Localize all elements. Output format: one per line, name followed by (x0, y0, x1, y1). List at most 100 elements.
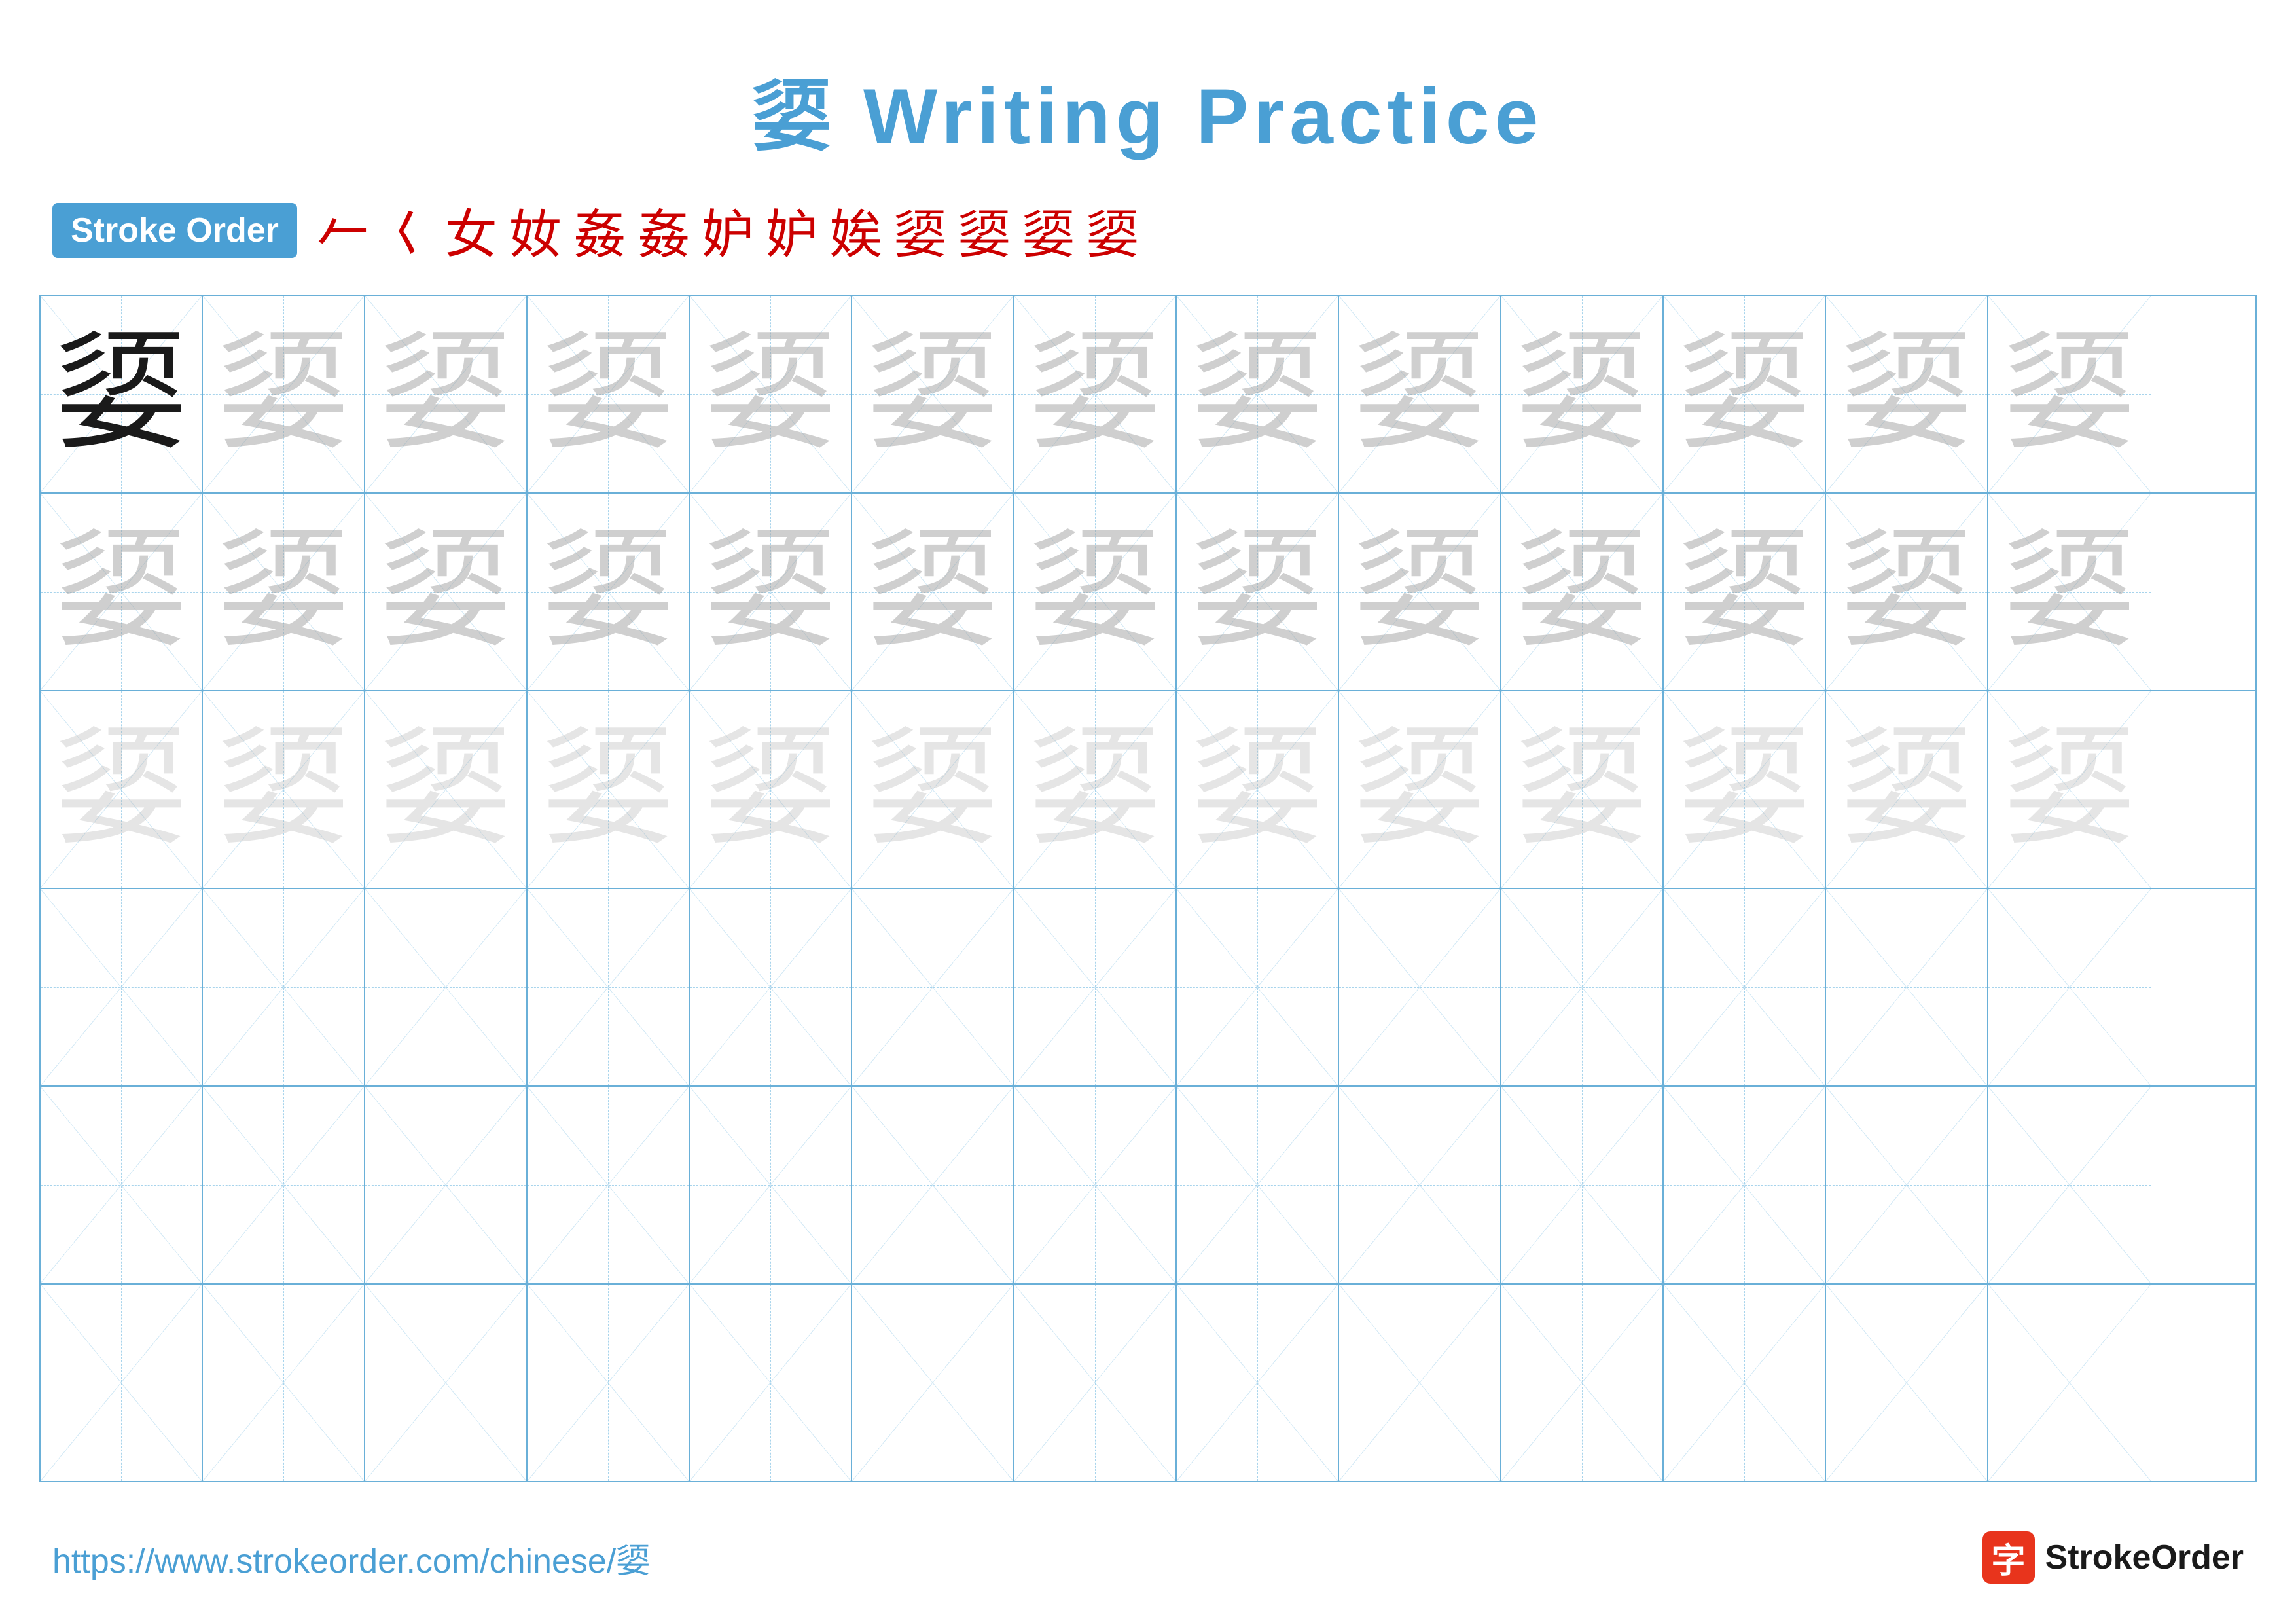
grid-cell-r2-c3[interactable]: 媭 (365, 494, 528, 690)
character-guide-faint: 媭 (543, 724, 673, 855)
grid-cell-r2-c7[interactable]: 媭 (1014, 494, 1177, 690)
grid-cell-r6-c8[interactable] (1177, 1285, 1339, 1481)
footer: https://www.strokeorder.com/chinese/媭 字 … (52, 1531, 2244, 1584)
grid-cell-r5-c13[interactable] (1988, 1087, 2151, 1283)
grid-cell-r3-c5[interactable]: 媭 (690, 691, 852, 888)
grid-cell-r1-c7[interactable]: 媭 (1014, 296, 1177, 492)
grid-cell-r2-c9[interactable]: 媭 (1339, 494, 1501, 690)
grid-cell-r5-c9[interactable] (1339, 1087, 1501, 1283)
character-guide: 媭 (867, 526, 998, 657)
grid-cell-r2-c6[interactable]: 媭 (852, 494, 1014, 690)
grid-cell-r5-c12[interactable] (1826, 1087, 1988, 1283)
grid-cell-r1-c9[interactable]: 媭 (1339, 296, 1501, 492)
stroke-11: 媭 (958, 192, 1011, 268)
grid-cell-r6-c11[interactable] (1664, 1285, 1826, 1481)
grid-cell-r4-c6[interactable] (852, 889, 1014, 1085)
grid-cell-r2-c2[interactable]: 媭 (203, 494, 365, 690)
grid-cell-r1-c3[interactable]: 媭 (365, 296, 528, 492)
grid-cell-r5-c3[interactable] (365, 1087, 528, 1283)
grid-cell-r1-c10[interactable]: 媭 (1501, 296, 1664, 492)
grid-cell-r4-c13[interactable] (1988, 889, 2151, 1085)
grid-cell-r6-c7[interactable] (1014, 1285, 1177, 1481)
grid-cell-r6-c5[interactable] (690, 1285, 852, 1481)
grid-cell-r4-c7[interactable] (1014, 889, 1177, 1085)
grid-cell-r2-c11[interactable]: 媭 (1664, 494, 1826, 690)
stroke-10: 媭 (894, 192, 946, 268)
grid-cell-r2-c13[interactable]: 媭 (1988, 494, 2151, 690)
grid-cell-r1-c6[interactable]: 媭 (852, 296, 1014, 492)
grid-cell-r4-c10[interactable] (1501, 889, 1664, 1085)
grid-cell-r4-c1[interactable] (41, 889, 203, 1085)
grid-row-1: 媭 媭 媭 媭 媭 媭 媭 媭 媭 媭 媭 媭 媭 (41, 296, 2255, 494)
grid-cell-r3-c11[interactable]: 媭 (1664, 691, 1826, 888)
grid-cell-r2-c10[interactable]: 媭 (1501, 494, 1664, 690)
grid-cell-r2-c12[interactable]: 媭 (1826, 494, 1988, 690)
grid-cell-r5-c4[interactable] (528, 1087, 690, 1283)
grid-cell-r4-c9[interactable] (1339, 889, 1501, 1085)
grid-cell-r3-c3[interactable]: 媭 (365, 691, 528, 888)
grid-cell-r3-c8[interactable]: 媭 (1177, 691, 1339, 888)
grid-cell-r6-c12[interactable] (1826, 1285, 1988, 1481)
stroke-6: 姦 (637, 192, 690, 268)
grid-cell-r6-c13[interactable] (1988, 1285, 2151, 1481)
grid-cell-r1-c8[interactable]: 媭 (1177, 296, 1339, 492)
character-guide-faint: 媭 (1679, 724, 1810, 855)
footer-url[interactable]: https://www.strokeorder.com/chinese/媭 (52, 1533, 650, 1582)
grid-cell-r4-c3[interactable] (365, 889, 528, 1085)
grid-cell-r1-c2[interactable]: 媭 (203, 296, 365, 492)
grid-cell-r3-c13[interactable]: 媭 (1988, 691, 2151, 888)
grid-cell-r5-c5[interactable] (690, 1087, 852, 1283)
character-guide: 媭 (1354, 526, 1485, 657)
grid-cell-r5-c6[interactable] (852, 1087, 1014, 1283)
character-guide: 媭 (1030, 329, 1160, 460)
grid-cell-r3-c12[interactable]: 媭 (1826, 691, 1988, 888)
grid-cell-r2-c8[interactable]: 媭 (1177, 494, 1339, 690)
grid-cell-r6-c4[interactable] (528, 1285, 690, 1481)
grid-cell-r6-c9[interactable] (1339, 1285, 1501, 1481)
grid-cell-r4-c12[interactable] (1826, 889, 1988, 1085)
grid-cell-r5-c1[interactable] (41, 1087, 203, 1283)
character-guide-faint: 媭 (705, 724, 836, 855)
character-guide: 媭 (1516, 526, 1647, 657)
grid-cell-r1-c11[interactable]: 媭 (1664, 296, 1826, 492)
grid-cell-r3-c2[interactable]: 媭 (203, 691, 365, 888)
grid-cell-r4-c8[interactable] (1177, 889, 1339, 1085)
grid-row-6 (41, 1285, 2255, 1481)
grid-cell-r3-c1[interactable]: 媭 (41, 691, 203, 888)
grid-cell-r5-c2[interactable] (203, 1087, 365, 1283)
grid-cell-r4-c5[interactable] (690, 889, 852, 1085)
grid-cell-r5-c10[interactable] (1501, 1087, 1664, 1283)
grid-cell-r1-c5[interactable]: 媭 (690, 296, 852, 492)
grid-row-5 (41, 1087, 2255, 1285)
logo-text: StrokeOrder (2045, 1538, 2244, 1577)
grid-cell-r5-c7[interactable] (1014, 1087, 1177, 1283)
character-guide: 媭 (2004, 329, 2135, 460)
grid-cell-r6-c1[interactable] (41, 1285, 203, 1481)
grid-cell-r1-c1[interactable]: 媭 (41, 296, 203, 492)
grid-cell-r3-c7[interactable]: 媭 (1014, 691, 1177, 888)
grid-cell-r3-c9[interactable]: 媭 (1339, 691, 1501, 888)
grid-cell-r1-c4[interactable]: 媭 (528, 296, 690, 492)
grid-cell-r2-c5[interactable]: 媭 (690, 494, 852, 690)
grid-cell-r2-c4[interactable]: 媭 (528, 494, 690, 690)
footer-logo: 字 StrokeOrder (1982, 1531, 2244, 1584)
grid-cell-r1-c13[interactable]: 媭 (1988, 296, 2151, 492)
grid-cell-r6-c10[interactable] (1501, 1285, 1664, 1481)
grid-cell-r5-c11[interactable] (1664, 1087, 1826, 1283)
character-guide: 媭 (1679, 329, 1810, 460)
grid-cell-r6-c6[interactable] (852, 1285, 1014, 1481)
grid-cell-r1-c12[interactable]: 媭 (1826, 296, 1988, 492)
grid-cell-r3-c6[interactable]: 媭 (852, 691, 1014, 888)
stroke-order-badge: Stroke Order (52, 203, 297, 258)
grid-cell-r4-c2[interactable] (203, 889, 365, 1085)
grid-cell-r6-c2[interactable] (203, 1285, 365, 1481)
grid-cell-r5-c8[interactable] (1177, 1087, 1339, 1283)
grid-cell-r4-c4[interactable] (528, 889, 690, 1085)
practice-grid: 媭 媭 媭 媭 媭 媭 媭 媭 媭 媭 媭 媭 媭 媭 媭 媭 媭 媭 媭 媭 … (39, 295, 2257, 1482)
stroke-13: 媭 (1086, 192, 1139, 268)
grid-cell-r3-c10[interactable]: 媭 (1501, 691, 1664, 888)
grid-cell-r4-c11[interactable] (1664, 889, 1826, 1085)
grid-cell-r3-c4[interactable]: 媭 (528, 691, 690, 888)
grid-cell-r6-c3[interactable] (365, 1285, 528, 1481)
grid-cell-r2-c1[interactable]: 媭 (41, 494, 203, 690)
